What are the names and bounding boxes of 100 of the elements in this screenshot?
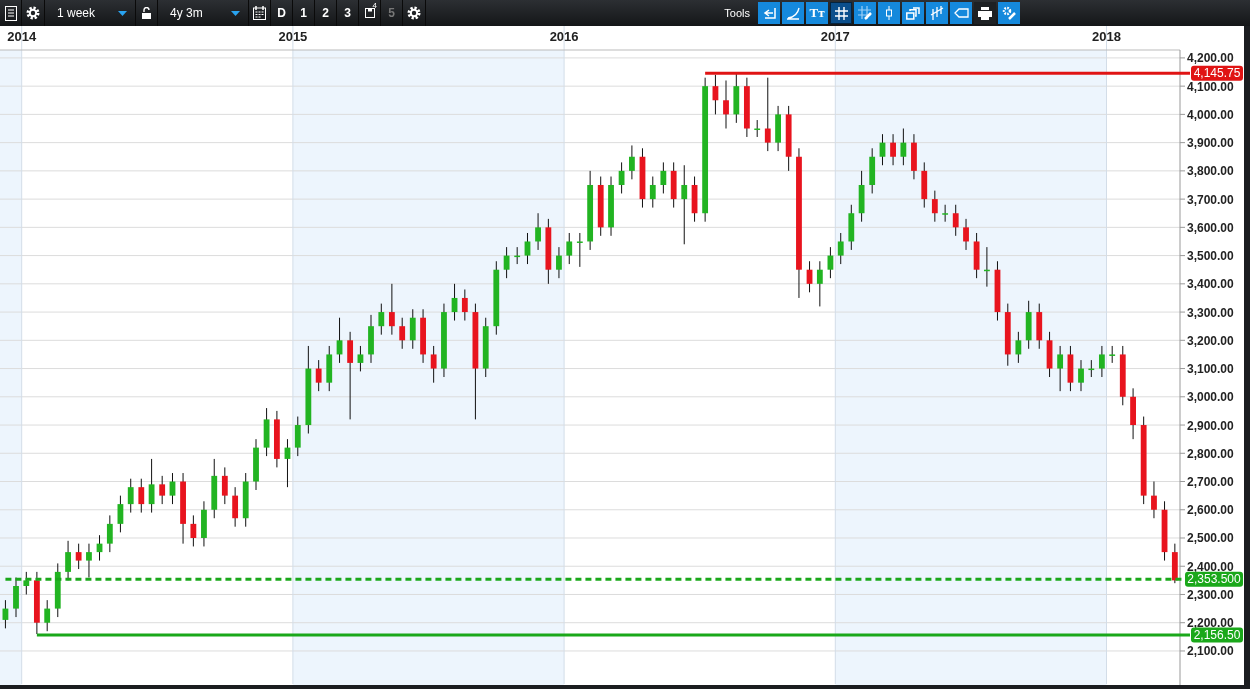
candlestick xyxy=(336,317,343,364)
candlestick xyxy=(127,478,134,514)
layers-icon xyxy=(906,6,920,20)
candlestick xyxy=(608,176,614,237)
candlestick xyxy=(691,176,698,223)
candlestick xyxy=(984,246,990,288)
candlestick xyxy=(1130,387,1136,440)
bars-tool-button[interactable] xyxy=(926,2,948,24)
settings-tool-button[interactable] xyxy=(998,2,1020,24)
candlestick xyxy=(242,472,249,528)
candlestick xyxy=(503,246,510,279)
label-tag-icon xyxy=(953,8,969,18)
candlestick xyxy=(33,571,40,635)
candlestick xyxy=(106,514,113,553)
candlestick xyxy=(232,486,239,528)
candlestick xyxy=(827,246,834,279)
candlestick xyxy=(1036,303,1043,350)
candlestick xyxy=(263,407,270,457)
candlestick xyxy=(315,359,322,392)
year-label: 2017 xyxy=(820,29,850,44)
layers-tool-button[interactable] xyxy=(902,2,924,24)
caret-icon xyxy=(231,10,240,16)
candlestick xyxy=(994,260,1001,322)
back-tool-button[interactable] xyxy=(758,2,780,24)
candlestick xyxy=(1078,359,1084,392)
candlestick xyxy=(482,317,489,378)
candlestick xyxy=(169,472,176,505)
price-axis-label: 2,900.00 xyxy=(1187,418,1234,433)
candlestick xyxy=(461,289,468,322)
candlestick xyxy=(942,204,949,223)
candle-tool-button[interactable] xyxy=(878,2,900,24)
price-axis-label: 3,900.00 xyxy=(1187,136,1234,151)
price-axis-label: 3,500.00 xyxy=(1187,249,1234,264)
price-axis-label: 4,000.00 xyxy=(1187,107,1234,122)
candlestick xyxy=(576,232,583,268)
candlestick xyxy=(409,308,416,350)
candlestick xyxy=(1088,359,1095,378)
candlestick xyxy=(1067,345,1074,392)
candlestick xyxy=(1109,345,1116,364)
candlestick xyxy=(556,246,562,279)
printer-icon xyxy=(978,6,992,20)
candlestick xyxy=(952,204,959,237)
candlestick xyxy=(96,534,103,562)
price-axis-label: 3,600.00 xyxy=(1187,220,1234,235)
candlestick xyxy=(294,416,301,457)
candlestick xyxy=(837,232,844,265)
candlestick xyxy=(931,190,938,223)
candlestick xyxy=(597,176,604,237)
candlestick xyxy=(326,345,333,392)
year-label: 2018 xyxy=(1092,29,1121,44)
price-axis-label: 3,800.00 xyxy=(1187,164,1234,179)
unlocked-padlock-icon xyxy=(142,7,151,19)
candlestick xyxy=(389,283,395,336)
curve-tool-button[interactable] xyxy=(782,2,804,24)
candlestick xyxy=(378,303,385,336)
candlestick xyxy=(535,212,541,251)
candlestick xyxy=(879,133,886,166)
candlestick xyxy=(44,599,51,632)
price-axis-label: 3,400.00 xyxy=(1187,277,1234,292)
candlestick xyxy=(775,105,781,152)
candlestick xyxy=(2,599,9,629)
candlestick xyxy=(869,147,876,194)
candlestick xyxy=(660,161,667,194)
candlestick xyxy=(744,77,750,138)
candlestick xyxy=(1119,345,1126,406)
list-icon xyxy=(4,5,17,21)
candlestick xyxy=(911,133,917,180)
candlestick xyxy=(900,128,907,166)
grid-edit-tool-button[interactable] xyxy=(854,2,876,24)
price-axis-label: 2,600.00 xyxy=(1187,503,1234,518)
candlestick xyxy=(670,161,677,209)
price-axis-label: 2,100.00 xyxy=(1187,644,1234,659)
candlestick xyxy=(201,500,207,547)
grid-icon xyxy=(834,6,848,20)
candlestick xyxy=(566,232,573,265)
grid-tool-button[interactable] xyxy=(830,2,852,24)
candlestick xyxy=(1004,303,1011,367)
candlestick xyxy=(117,495,124,533)
candlestick xyxy=(65,540,71,581)
print-tool-button[interactable] xyxy=(974,2,996,24)
tools-label: Tools xyxy=(724,7,750,19)
candlestick xyxy=(430,345,437,384)
candlestick xyxy=(1099,345,1105,378)
settings-icon xyxy=(26,6,40,20)
candlestick xyxy=(284,438,291,488)
candlestick xyxy=(816,260,823,307)
price-axis-label: 4,200.00 xyxy=(1187,51,1234,66)
candlestick xyxy=(357,345,364,372)
price-axis-label: 2,700.00 xyxy=(1187,475,1234,489)
back-arrow-icon xyxy=(762,7,776,19)
save-count: 4 xyxy=(372,1,377,10)
candlestick xyxy=(921,161,928,209)
settings-icon xyxy=(407,6,421,20)
price-axis-label: 3,300.00 xyxy=(1187,305,1234,320)
candlestick xyxy=(712,74,719,115)
candlestick xyxy=(754,119,761,138)
text-tool-button[interactable]: Tт xyxy=(806,2,828,24)
price-bars-icon xyxy=(930,6,944,20)
candlestick xyxy=(368,314,374,364)
price-axis-label: 4,100.00 xyxy=(1187,79,1234,94)
